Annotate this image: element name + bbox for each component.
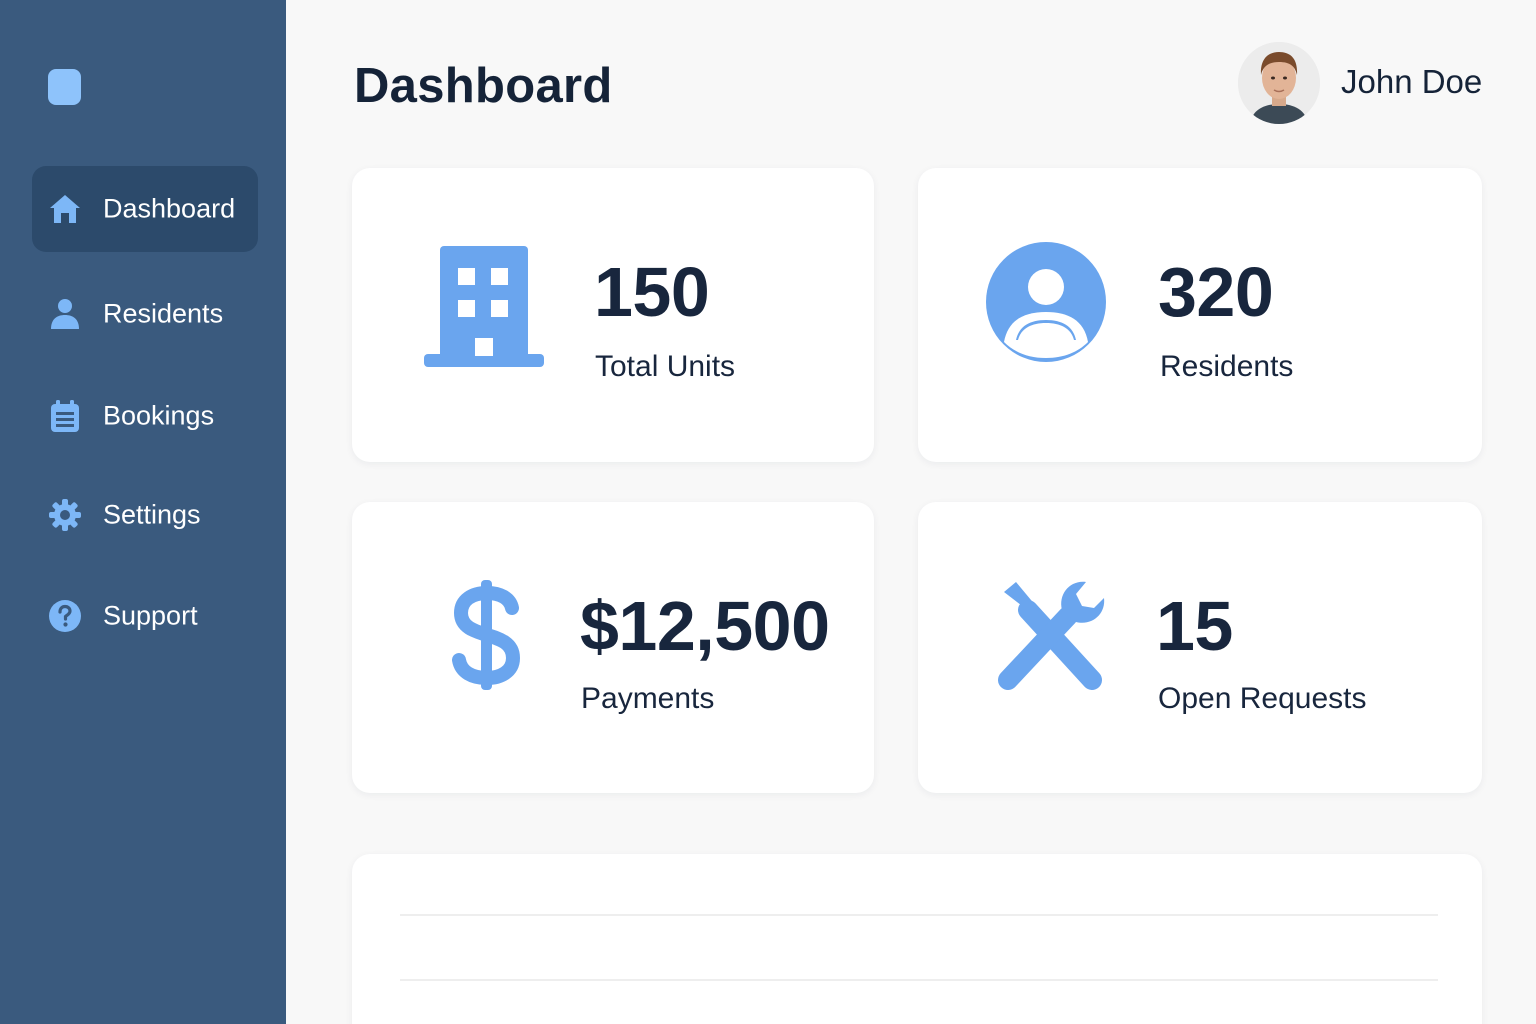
sidebar-item-label: Support (103, 600, 198, 631)
content-panel (352, 854, 1482, 1024)
user-circle-icon (986, 242, 1106, 367)
stat-label: Open Requests (1158, 682, 1367, 715)
app-logo[interactable] (48, 69, 81, 105)
stat-value: 15 (1156, 587, 1233, 665)
app-root: Dashboard Residents Bookings Settings Su… (0, 0, 1536, 1024)
gear-icon (48, 498, 82, 532)
sidebar: Dashboard Residents Bookings Settings Su… (0, 0, 286, 1024)
sidebar-item-label: Residents (103, 298, 224, 329)
stat-value: $12,500 (580, 587, 830, 665)
sidebar-item-label: Dashboard (103, 193, 236, 224)
sidebar-item-support[interactable]: Support (32, 573, 258, 659)
stat-card-payments[interactable]: $12,500 Payments (352, 502, 874, 793)
avatar[interactable] (1238, 42, 1320, 124)
building-icon (424, 246, 544, 373)
sidebar-item-dashboard[interactable]: Dashboard (32, 166, 258, 252)
stat-label: Residents (1160, 350, 1294, 383)
sidebar-item-label: Bookings (103, 400, 215, 431)
sidebar-item-label: Settings (103, 499, 201, 530)
sidebar-item-settings[interactable]: Settings (32, 472, 258, 558)
stat-label: Total Units (595, 350, 736, 383)
stat-label: Payments (581, 682, 715, 715)
home-icon (48, 192, 82, 226)
stat-value: 320 (1158, 253, 1274, 331)
person-icon (48, 297, 82, 331)
stat-card-total-units[interactable]: 150 Total Units (352, 168, 874, 462)
tools-icon (996, 580, 1106, 697)
dollar-icon (452, 580, 522, 695)
sidebar-item-residents[interactable]: Residents (32, 271, 258, 357)
stat-card-residents[interactable]: 320 Residents (918, 168, 1482, 462)
page-title: Dashboard (354, 59, 613, 113)
help-icon (48, 599, 82, 633)
user-name[interactable]: John Doe (1341, 63, 1482, 101)
stat-card-open-requests[interactable]: 15 Open Requests (918, 502, 1482, 793)
stat-value: 150 (594, 253, 710, 331)
sidebar-item-bookings[interactable]: Bookings (32, 373, 258, 459)
divider (400, 914, 1438, 916)
calendar-icon (48, 399, 82, 433)
divider (400, 979, 1438, 981)
